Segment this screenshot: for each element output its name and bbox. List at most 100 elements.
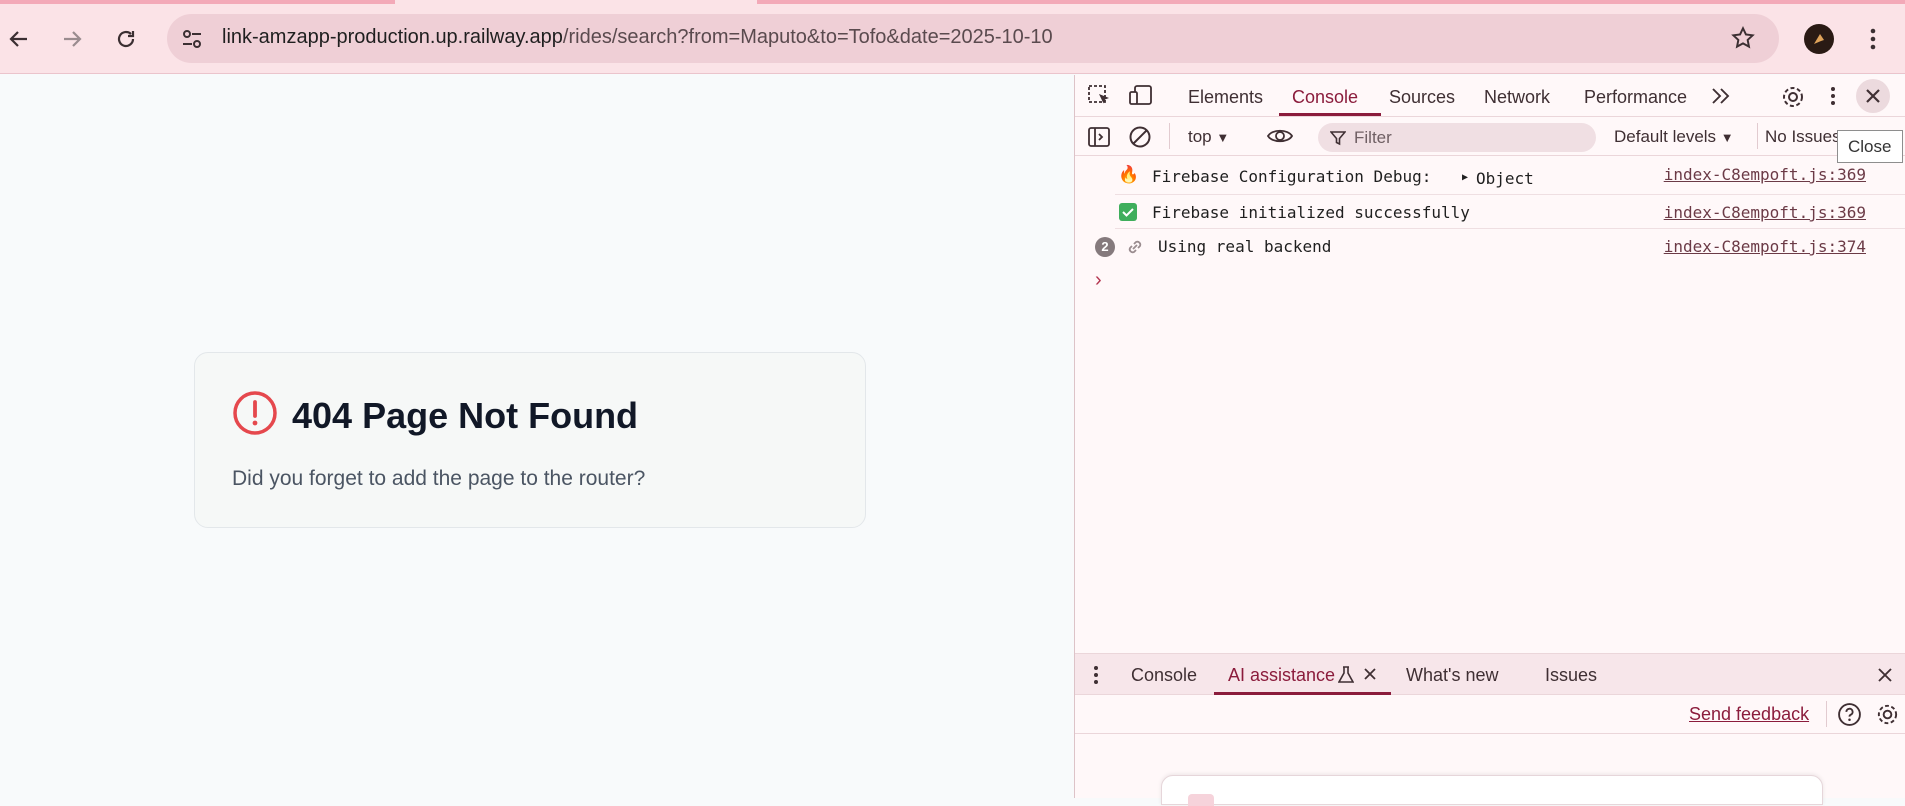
kebab-menu-icon: [1094, 666, 1098, 684]
console-message: Firebase initialized successfully index-…: [1075, 202, 1905, 230]
select-element-icon: [1088, 85, 1109, 104]
url-host: link-amzapp-production.up.railway.app: [222, 26, 563, 48]
log-levels-label: Default levels: [1614, 127, 1717, 146]
message-text: Using real backend: [1158, 237, 1332, 256]
chevron-double-right-icon: [1712, 88, 1730, 104]
forward-button[interactable]: [53, 20, 91, 58]
kebab-menu-icon: [1831, 87, 1835, 105]
row-divider: [1115, 228, 1905, 229]
ai-settings-button[interactable]: [1875, 702, 1900, 727]
close-icon: [1878, 668, 1892, 682]
source-link[interactable]: index-C8empoft.js:374: [1664, 237, 1866, 256]
check-icon: [1119, 203, 1137, 221]
caret-down-icon: ▼: [1720, 130, 1734, 145]
flask-icon: [1338, 666, 1354, 684]
clear-console-button[interactable]: [1128, 125, 1152, 149]
devtools-drawer-bar: Console AI assistance What's new Issues: [1075, 653, 1905, 695]
ai-card-icon: [1188, 794, 1214, 806]
bookmark-button[interactable]: [1730, 25, 1756, 51]
site-info-button[interactable]: [178, 25, 206, 53]
live-expression-button[interactable]: [1266, 125, 1294, 147]
close-tooltip: Close: [1837, 130, 1903, 163]
eye-icon: [1266, 129, 1294, 143]
tab-sources[interactable]: Sources: [1389, 87, 1455, 108]
source-link[interactable]: index-C8empoft.js:369: [1664, 203, 1866, 222]
drawer-tab-issues[interactable]: Issues: [1545, 665, 1597, 686]
drawer-tab-whats-new[interactable]: What's new: [1406, 665, 1498, 686]
arrow-right-icon: [64, 31, 82, 47]
ai-assistance-card: [1161, 775, 1823, 806]
filter-icon: [1330, 131, 1346, 146]
block-icon: [1129, 126, 1151, 148]
sidebar-icon: [1088, 127, 1110, 147]
tab-strip-right: [757, 0, 1905, 4]
link-icon: [1125, 237, 1145, 257]
console-prompt-chevron-icon[interactable]: ›: [1095, 269, 1102, 292]
url-path: /rides/search?from=Maputo&to=Tofo&date=2…: [562, 26, 1053, 48]
message-text: Firebase Configuration Debug:: [1152, 167, 1432, 186]
caret-down-icon: ▼: [1216, 130, 1230, 145]
gear-icon: [1783, 87, 1803, 107]
close-devtools-button[interactable]: [1856, 79, 1890, 113]
reload-icon: [117, 30, 135, 48]
avatar-icon: [1814, 34, 1824, 44]
arrow-left-icon: [9, 31, 27, 47]
page-title: 404 Page Not Found: [292, 395, 639, 436]
more-tabs-button[interactable]: [1709, 85, 1733, 107]
filter-placeholder: Filter: [1354, 128, 1392, 147]
context-label: top: [1188, 127, 1212, 146]
issues-counter[interactable]: No Issues: [1765, 127, 1841, 147]
toolbar-divider: [1826, 701, 1827, 727]
object-preview[interactable]: Object: [1476, 169, 1534, 188]
sidebar-toggle-button[interactable]: [1087, 125, 1111, 149]
inspect-element-button[interactable]: [1087, 84, 1113, 108]
tab-strip-left: [0, 0, 395, 4]
expand-triangle-icon[interactable]: ▶: [1462, 172, 1468, 183]
log-levels-dropdown[interactable]: Default levels ▼: [1614, 127, 1734, 147]
help-button[interactable]: [1837, 702, 1862, 727]
close-icon: [1364, 668, 1376, 680]
toolbar-divider: [1757, 123, 1758, 149]
tab-elements[interactable]: Elements: [1188, 87, 1263, 108]
drawer-tab-console[interactable]: Console: [1131, 665, 1197, 686]
tab-network[interactable]: Network: [1484, 87, 1550, 108]
drawer-tab-ai-assistance[interactable]: AI assistance: [1228, 665, 1335, 686]
kebab-menu-icon: [1870, 28, 1876, 50]
tab-performance[interactable]: Performance: [1584, 87, 1687, 108]
devtools-tab-bar: Elements Console Sources Network Perform…: [1075, 75, 1905, 117]
star-icon: [1731, 25, 1755, 49]
source-link[interactable]: index-C8empoft.js:369: [1664, 165, 1866, 184]
not-found-card: 404 Page Not Found Did you forget to add…: [194, 352, 866, 528]
devtools-menu-button[interactable]: [1825, 84, 1841, 108]
url-text[interactable]: link-amzapp-production.up.railway.app/ri…: [222, 26, 1053, 49]
browser-menu-button[interactable]: [1862, 26, 1884, 52]
tab-console[interactable]: Console: [1292, 87, 1358, 108]
console-message: 🔥 Firebase Configuration Debug: ▶ Object…: [1075, 165, 1905, 195]
close-ai-tab-button[interactable]: [1363, 667, 1377, 681]
close-drawer-button[interactable]: [1876, 666, 1894, 684]
back-button[interactable]: [0, 20, 38, 58]
console-toolbar: top ▼ Filter Default levels ▼ No Issues: [1075, 117, 1905, 156]
device-icon: [1129, 85, 1152, 105]
context-selector[interactable]: top ▼: [1188, 127, 1229, 147]
profile-avatar[interactable]: [1804, 24, 1834, 54]
drawer-menu-button[interactable]: [1090, 664, 1102, 686]
page-message: Did you forget to add the page to the ro…: [232, 467, 646, 490]
help-icon: [1838, 703, 1861, 726]
close-icon: [1866, 89, 1880, 103]
send-feedback-link[interactable]: Send feedback: [1689, 704, 1809, 725]
alert-circle-icon: [232, 390, 278, 436]
repeat-count-badge: 2: [1095, 237, 1115, 257]
tune-icon: [183, 30, 201, 48]
devtools-panel: Elements Console Sources Network Perform…: [1074, 75, 1905, 806]
active-tab-indicator: [1279, 113, 1381, 116]
reload-button[interactable]: [107, 20, 145, 58]
devtools-settings-button[interactable]: [1780, 84, 1806, 110]
filter-input[interactable]: Filter: [1318, 123, 1596, 152]
device-toolbar-button[interactable]: [1128, 84, 1154, 108]
console-message: 2 Using real backend index-C8empoft.js:3…: [1075, 235, 1905, 263]
fire-icon: 🔥: [1118, 165, 1140, 185]
row-divider: [1115, 194, 1905, 195]
message-text: Firebase initialized successfully: [1152, 203, 1470, 222]
browser-toolbar: link-amzapp-production.up.railway.app/ri…: [0, 0, 1905, 74]
